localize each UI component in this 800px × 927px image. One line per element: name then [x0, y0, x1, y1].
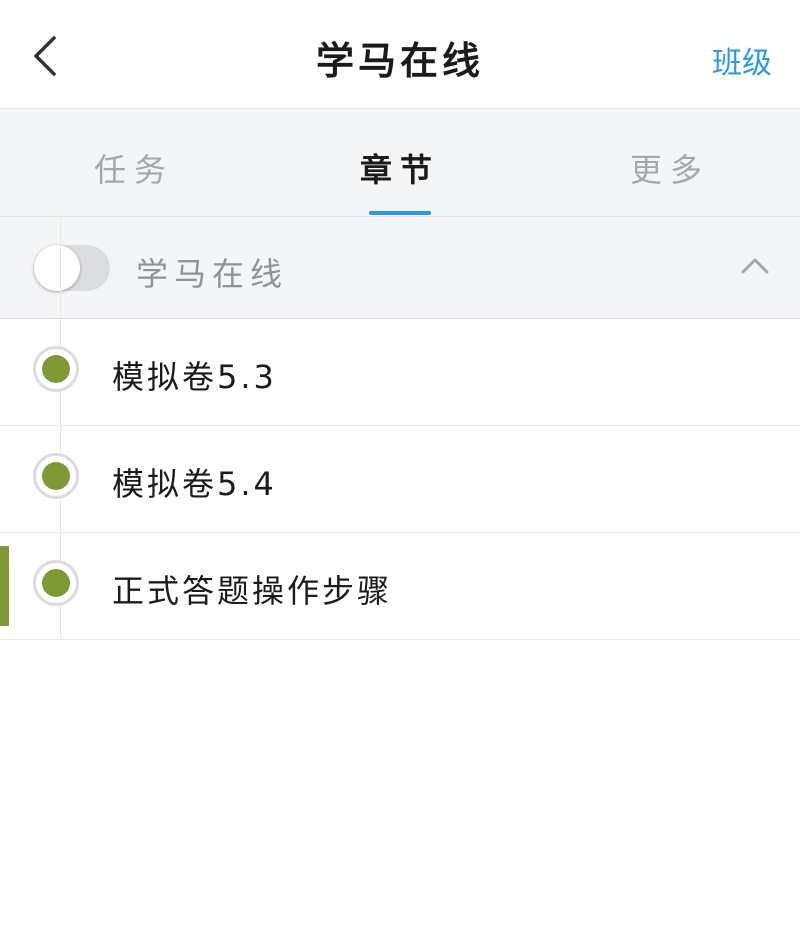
- toggle-knob: [34, 245, 80, 291]
- tab-tasks[interactable]: 任务: [34, 145, 234, 191]
- chevron-up-icon: [741, 258, 769, 274]
- section-title: 学马在线: [136, 255, 289, 293]
- chapter-item-current[interactable]: 正式答题操作步骤: [0, 533, 800, 640]
- page-title: 学马在线: [315, 39, 484, 83]
- chapter-label: 模拟卷5.3: [112, 358, 277, 396]
- chapter-list: 模拟卷5.3 模拟卷5.4 正式答题操作步骤: [0, 319, 800, 640]
- status-dot-fill: [42, 569, 70, 597]
- status-dot-fill: [42, 355, 70, 383]
- course-section-header: 学马在线: [0, 217, 800, 319]
- chapter-label: 正式答题操作步骤: [112, 572, 393, 610]
- tab-chapters[interactable]: 章节: [300, 145, 500, 191]
- completed-status-icon: [33, 453, 79, 499]
- completed-status-icon: [33, 346, 79, 392]
- collapse-button[interactable]: [738, 253, 772, 279]
- section-toggle[interactable]: [34, 245, 110, 291]
- chapter-item[interactable]: 模拟卷5.3: [0, 319, 800, 426]
- class-button[interactable]: 班级: [712, 38, 772, 82]
- tab-more[interactable]: 更多: [570, 145, 770, 191]
- completed-status-icon: [33, 560, 79, 606]
- top-bar: 学马在线 班级: [0, 0, 800, 109]
- current-item-marker: [0, 546, 9, 626]
- status-dot-fill: [42, 462, 70, 490]
- chapter-item[interactable]: 模拟卷5.4: [0, 426, 800, 533]
- active-tab-indicator: [369, 211, 431, 215]
- chapter-label: 模拟卷5.4: [112, 465, 277, 503]
- tab-bar: 任务 章节 更多: [0, 109, 800, 217]
